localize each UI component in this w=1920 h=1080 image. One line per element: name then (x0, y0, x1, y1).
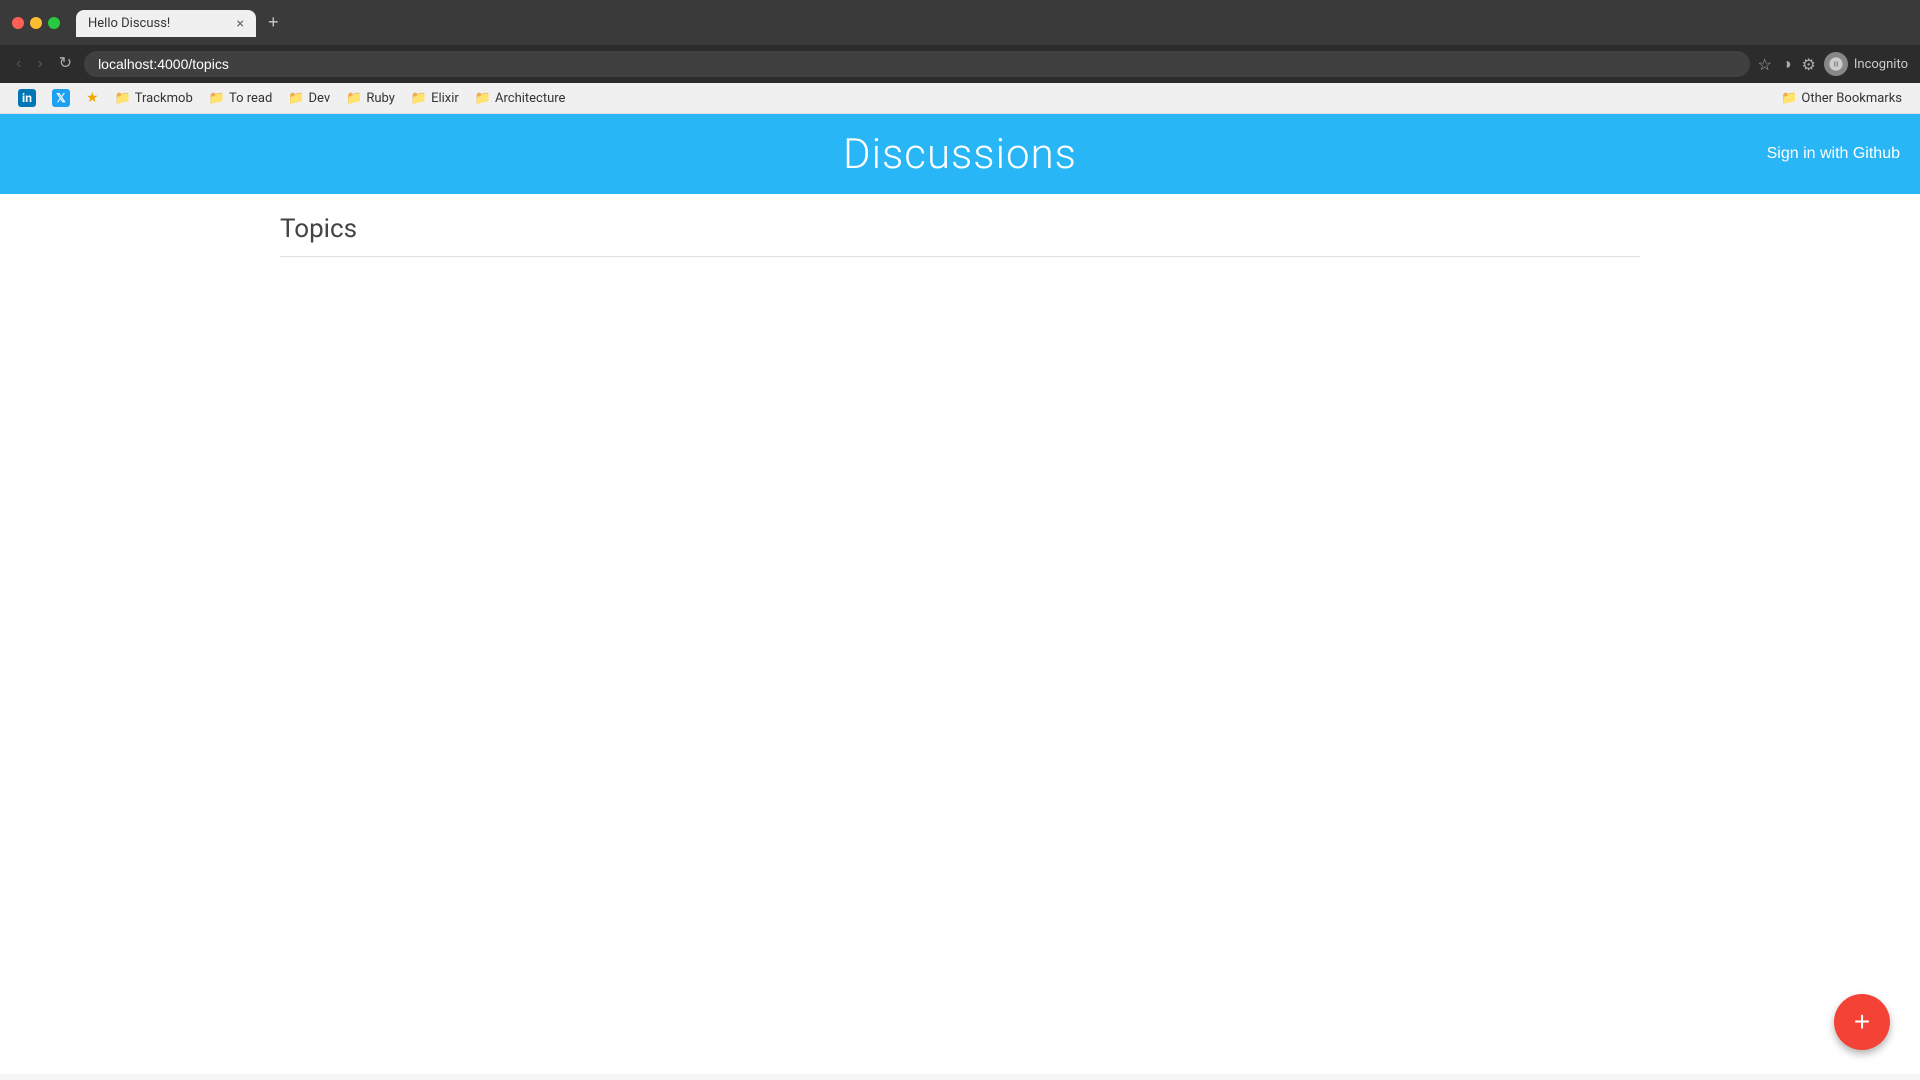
folder-icon: 📁 (288, 91, 304, 106)
tab-title: Hello Discuss! (88, 16, 229, 31)
other-bookmarks-folder-icon: 📁 (1781, 91, 1797, 106)
bookmark-to-read-label: To read (229, 91, 272, 106)
folder-icon: 📁 (115, 91, 131, 106)
linkedin-icon: in (18, 89, 36, 107)
close-window-button[interactable] (12, 17, 24, 29)
bookmark-elixir-label: Elixir (431, 91, 459, 106)
incognito-avatar (1824, 52, 1848, 76)
bookmark-other[interactable]: 📁 Other Bookmarks (1775, 89, 1908, 108)
bookmark-linkedin[interactable]: in (12, 87, 42, 109)
bookmark-dev-label: Dev (309, 91, 331, 106)
bookmark-star-icon[interactable]: ☆ (1758, 55, 1772, 74)
back-button[interactable]: ‹ (12, 52, 25, 76)
create-topic-fab-button[interactable]: + (1834, 994, 1890, 1050)
folder-icon: 📁 (475, 91, 491, 106)
bookmark-twitter[interactable]: 𝕏 (46, 87, 76, 109)
reload-button[interactable]: ↻ (55, 52, 76, 76)
bookmark-dev[interactable]: 📁 Dev (282, 89, 336, 108)
bookmark-other-label: Other Bookmarks (1801, 91, 1902, 106)
contrast-icon[interactable]: ◑ (1782, 54, 1792, 74)
tab-close-button[interactable]: × (237, 17, 244, 31)
bookmarks-bar: in 𝕏 ★ 📁 Trackmob 📁 To read 📁 Dev 📁 Ruby… (0, 83, 1920, 114)
minimize-window-button[interactable] (30, 17, 42, 29)
app-header: Discussions Sign in with Github (0, 114, 1920, 194)
maximize-window-button[interactable] (48, 17, 60, 29)
address-input[interactable] (84, 51, 1749, 77)
folder-icon: 📁 (346, 91, 362, 106)
incognito-area[interactable]: Incognito (1824, 52, 1908, 76)
bookmark-trackmob-label: Trackmob (135, 91, 193, 106)
folder-icon: 📁 (411, 91, 427, 106)
bookmark-ruby-label: Ruby (366, 91, 395, 106)
bookmark-elixir[interactable]: 📁 Elixir (405, 89, 465, 108)
twitter-icon: 𝕏 (52, 89, 70, 107)
forward-button[interactable]: › (33, 52, 46, 76)
tab-bar: Hello Discuss! × + (68, 8, 1908, 37)
folder-icon: 📁 (209, 91, 225, 106)
title-bar: Hello Discuss! × + (0, 0, 1920, 45)
star-bookmark-icon: ★ (86, 90, 99, 106)
topics-section: Topics (260, 214, 1660, 257)
incognito-label: Incognito (1854, 57, 1908, 72)
signin-button[interactable]: Sign in with Github (1767, 145, 1900, 163)
address-bar-icons: ☆ ◑ ⚙ (1758, 54, 1816, 74)
bookmark-trackmob[interactable]: 📁 Trackmob (109, 89, 199, 108)
main-content: Topics + (0, 194, 1920, 1074)
window-controls (12, 17, 60, 29)
browser-chrome: Hello Discuss! × + ‹ › ↻ ☆ ◑ ⚙ Incognito (0, 0, 1920, 114)
bookmark-architecture[interactable]: 📁 Architecture (469, 89, 572, 108)
active-tab[interactable]: Hello Discuss! × (76, 10, 256, 37)
topics-heading: Topics (280, 214, 1640, 257)
address-bar-row: ‹ › ↻ ☆ ◑ ⚙ Incognito (0, 45, 1920, 83)
bookmark-star[interactable]: ★ (80, 88, 105, 108)
bookmark-to-read[interactable]: 📁 To read (203, 89, 279, 108)
settings-icon[interactable]: ⚙ (1802, 55, 1816, 74)
app-title: Discussions (843, 130, 1077, 179)
bookmark-ruby[interactable]: 📁 Ruby (340, 89, 401, 108)
bookmark-architecture-label: Architecture (495, 91, 565, 106)
new-tab-button[interactable]: + (260, 8, 287, 37)
